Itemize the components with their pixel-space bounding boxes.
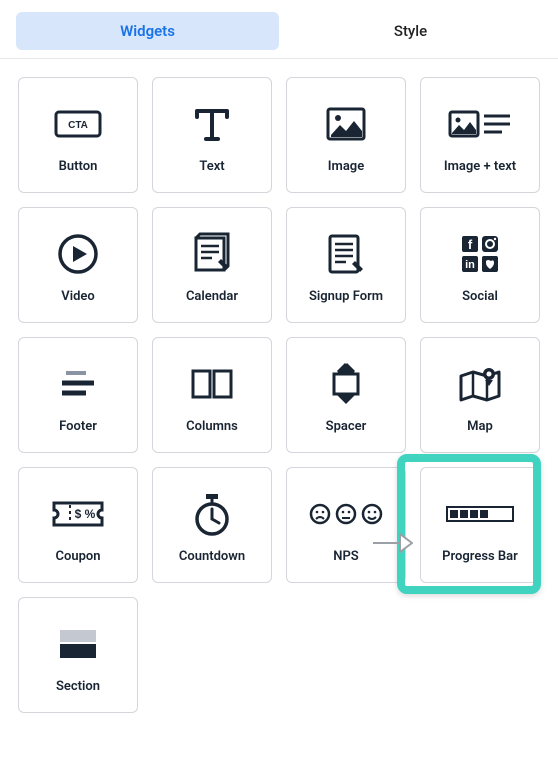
social-icon: f in (458, 227, 502, 281)
widget-label: Progress Bar (442, 549, 518, 564)
tab-style[interactable]: Style (279, 12, 542, 50)
progress-bar-icon (445, 487, 515, 541)
text-icon (191, 97, 233, 151)
widget-calendar[interactable]: Calendar (152, 207, 272, 323)
coupon-icon: $ % (51, 487, 105, 541)
widget-button[interactable]: CTA Button (18, 77, 138, 193)
calendar-icon (192, 227, 232, 281)
widget-label: Calendar (186, 289, 238, 304)
widget-label: Social (462, 289, 498, 304)
widget-label: Section (56, 679, 100, 694)
widget-progress-bar[interactable]: Progress Bar (420, 467, 540, 583)
widget-social[interactable]: f in Social (420, 207, 540, 323)
widget-spacer[interactable]: Spacer (286, 337, 406, 453)
widget-label: Spacer (326, 419, 367, 434)
tab-widgets[interactable]: Widgets (16, 12, 279, 50)
spacer-icon (328, 357, 364, 411)
widget-signup-form[interactable]: Signup Form (286, 207, 406, 323)
widget-video[interactable]: Video (18, 207, 138, 323)
video-icon (56, 227, 100, 281)
footer-icon (56, 357, 100, 411)
nps-icon (308, 487, 384, 541)
widget-label: NPS (333, 549, 358, 564)
widget-section[interactable]: Section (18, 597, 138, 713)
widget-label: Text (199, 159, 224, 174)
widget-map[interactable]: Map (420, 337, 540, 453)
svg-text:CTA: CTA (68, 120, 88, 131)
countdown-icon (192, 487, 232, 541)
widget-image-text[interactable]: Image + text (420, 77, 540, 193)
widget-label: Video (61, 289, 95, 304)
widgets-grid: CTA Button Text Image Image + text Video… (0, 59, 558, 731)
svg-text:f: f (468, 237, 473, 252)
widget-label: Countdown (179, 549, 245, 564)
widget-label: Footer (59, 419, 97, 434)
image-text-icon (448, 97, 512, 151)
svg-text:in: in (465, 259, 475, 271)
widget-label: Image + text (444, 159, 516, 174)
section-icon (56, 617, 100, 671)
widget-text[interactable]: Text (152, 77, 272, 193)
signup-form-icon (326, 227, 366, 281)
widget-footer[interactable]: Footer (18, 337, 138, 453)
widget-label: Coupon (55, 549, 100, 564)
map-icon (457, 357, 503, 411)
widget-countdown[interactable]: Countdown (152, 467, 272, 583)
widget-label: Columns (186, 419, 238, 434)
widget-nps[interactable]: NPS (286, 467, 406, 583)
widget-image[interactable]: Image (286, 77, 406, 193)
svg-text:$ %: $ % (75, 507, 96, 521)
tabs: Widgets Style (0, 0, 558, 59)
widget-columns[interactable]: Columns (152, 337, 272, 453)
widget-label: Signup Form (309, 289, 383, 304)
cta-button-icon: CTA (54, 97, 102, 151)
widget-label: Image (328, 159, 364, 174)
image-icon (326, 97, 366, 151)
widget-label: Button (59, 159, 98, 174)
widget-coupon[interactable]: $ % Coupon (18, 467, 138, 583)
columns-icon (190, 357, 234, 411)
widget-label: Map (467, 419, 493, 434)
